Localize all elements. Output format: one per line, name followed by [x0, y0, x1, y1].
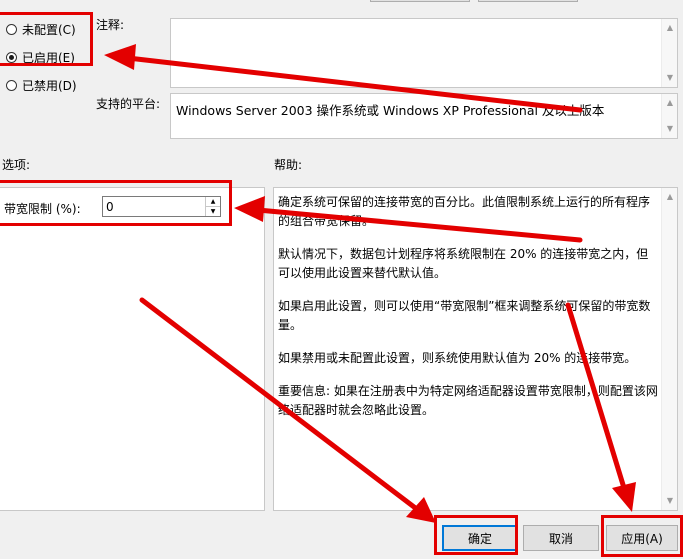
scroll-down-icon[interactable]: ▼	[662, 71, 678, 85]
radio-checked-icon	[6, 51, 17, 63]
radio-circle-icon	[6, 79, 17, 91]
bandwidth-limit-spinbox[interactable]: 0 ▲ ▼	[102, 196, 221, 217]
apply-button[interactable]: 应用(A)	[606, 525, 678, 551]
help-paragraph: 如果禁用或未配置此设置，则系统使用默认值为 20% 的连接带宽。	[278, 351, 637, 365]
radio-circle-icon	[6, 23, 17, 35]
bandwidth-limit-value: 0	[106, 200, 114, 214]
help-label: 帮助:	[274, 158, 303, 172]
radio-label: 已禁用(D)	[22, 78, 77, 93]
comment-scrollbar[interactable]: ▲ ▼	[661, 19, 677, 87]
arrow-head-icon	[104, 44, 136, 70]
bandwidth-limit-label: 带宽限制 (%):	[4, 202, 81, 216]
spin-down-icon[interactable]: ▼	[206, 207, 220, 216]
platform-scrollbar[interactable]: ▲ ▼	[661, 94, 677, 138]
ok-button[interactable]: 确定	[442, 525, 518, 551]
platform-text: Windows Server 2003 操作系统或 Windows XP Pro…	[176, 103, 605, 118]
radio-enabled[interactable]: 已启用(E)	[6, 48, 75, 66]
spin-buttons[interactable]: ▲ ▼	[205, 197, 220, 216]
radio-not-configured[interactable]: 未配置(C)	[6, 20, 76, 38]
platform-box: Windows Server 2003 操作系统或 Windows XP Pro…	[170, 93, 678, 139]
scroll-up-icon[interactable]: ▲	[662, 190, 678, 204]
comment-textarea[interactable]: ▲ ▼	[170, 18, 678, 88]
options-label: 选项:	[2, 158, 31, 172]
radio-label: 未配置(C)	[22, 22, 76, 37]
scroll-up-icon[interactable]: ▲	[662, 21, 678, 35]
platform-label: 支持的平台:	[96, 97, 161, 111]
help-text: 确定系统可保留的连接带宽的百分比。此值限制系统上运行的所有程序的组合带宽保留。 …	[278, 193, 658, 434]
radio-label: 已启用(E)	[22, 50, 75, 65]
radio-disabled[interactable]: 已禁用(D)	[6, 76, 77, 94]
help-paragraph: 如果启用此设置，则可以使用“带宽限制”框来调整系统可保留的带宽数量。	[278, 299, 651, 332]
help-paragraph: 重要信息: 如果在注册表中为特定网络适配器设置带宽限制，则配置该网络适配器时就会…	[278, 384, 658, 417]
scroll-up-icon[interactable]: ▲	[662, 96, 678, 110]
scroll-down-icon[interactable]: ▼	[662, 494, 678, 508]
cancel-button[interactable]: 取消	[523, 525, 599, 551]
previous-setting-button[interactable]	[370, 0, 470, 2]
scroll-down-icon[interactable]: ▼	[662, 122, 678, 136]
options-panel: 带宽限制 (%): 0 ▲ ▼	[0, 187, 265, 511]
help-panel: 确定系统可保留的连接带宽的百分比。此值限制系统上运行的所有程序的组合带宽保留。 …	[273, 187, 678, 511]
help-scrollbar[interactable]: ▲ ▼	[661, 188, 677, 510]
next-setting-button[interactable]	[478, 0, 578, 2]
help-paragraph: 确定系统可保留的连接带宽的百分比。此值限制系统上运行的所有程序的组合带宽保留。	[278, 195, 651, 228]
spin-up-icon[interactable]: ▲	[206, 197, 220, 207]
comment-label: 注释:	[96, 18, 125, 32]
help-paragraph: 默认情况下，数据包计划程序将系统限制在 20% 的连接带宽之内，但可以使用此设置…	[278, 247, 649, 280]
